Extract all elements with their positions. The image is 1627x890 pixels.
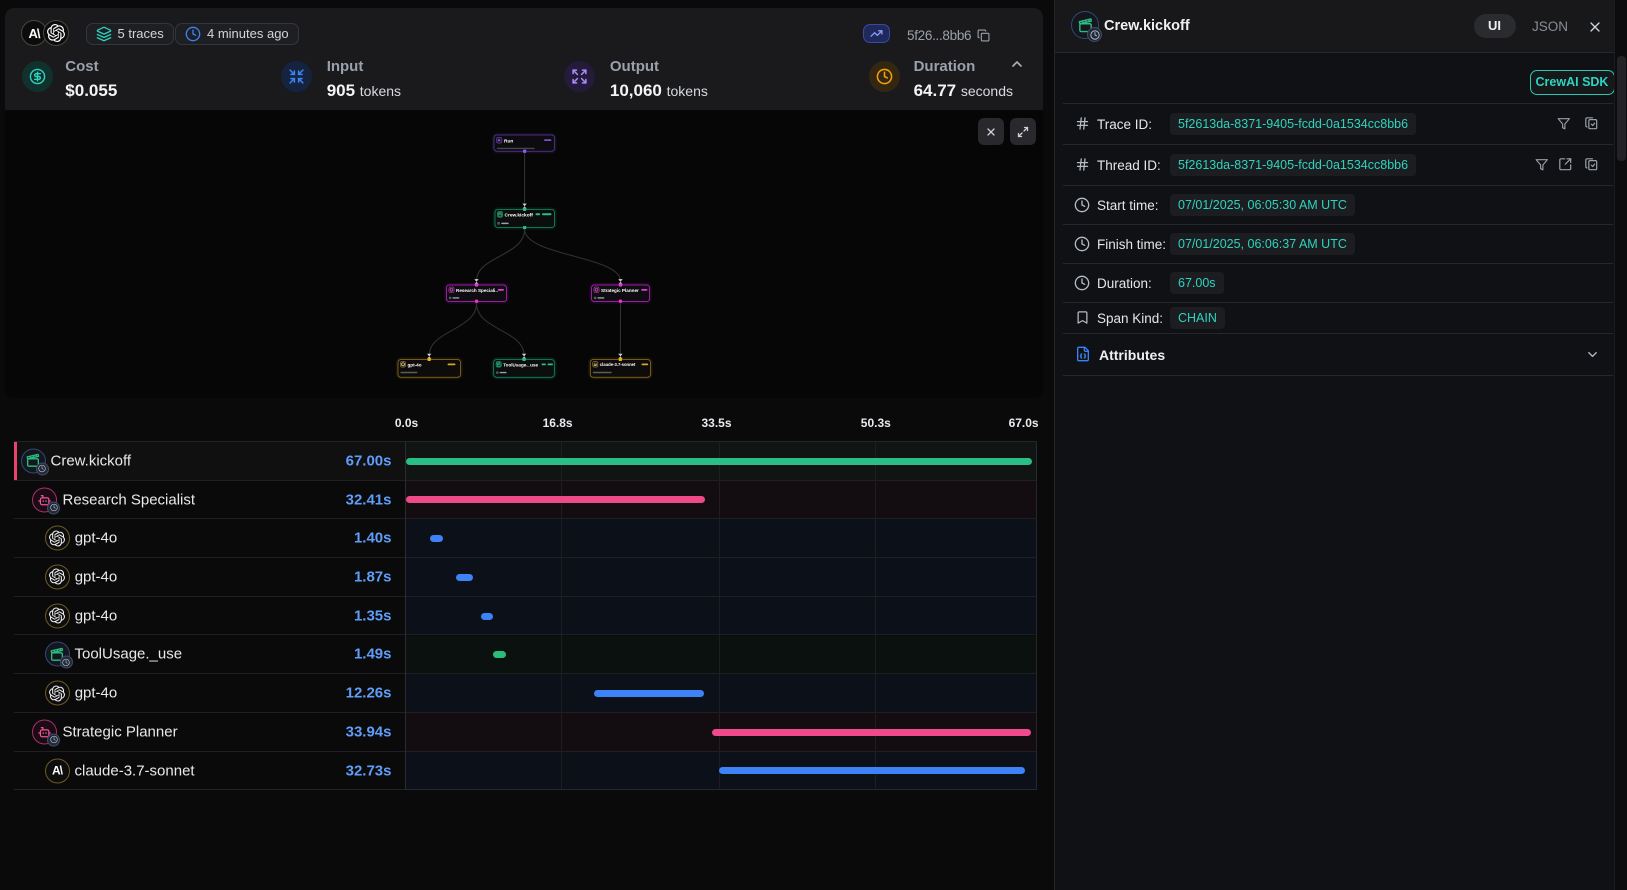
svg-text:Run: Run: [504, 138, 513, 144]
svg-text:claude-3.7-sonnet: claude-3.7-sonnet: [600, 362, 636, 367]
svg-text:Crew.kickoff: Crew.kickoff: [505, 212, 534, 218]
svg-text:A\: A\: [594, 363, 598, 367]
svg-text:ToolUsage._use: ToolUsage._use: [503, 362, 538, 367]
svg-text:gpt-4o: gpt-4o: [408, 362, 422, 367]
svg-text:Research Speciali..: Research Speciali..: [456, 288, 498, 293]
svg-text:Strategic Planner: Strategic Planner: [601, 288, 639, 293]
